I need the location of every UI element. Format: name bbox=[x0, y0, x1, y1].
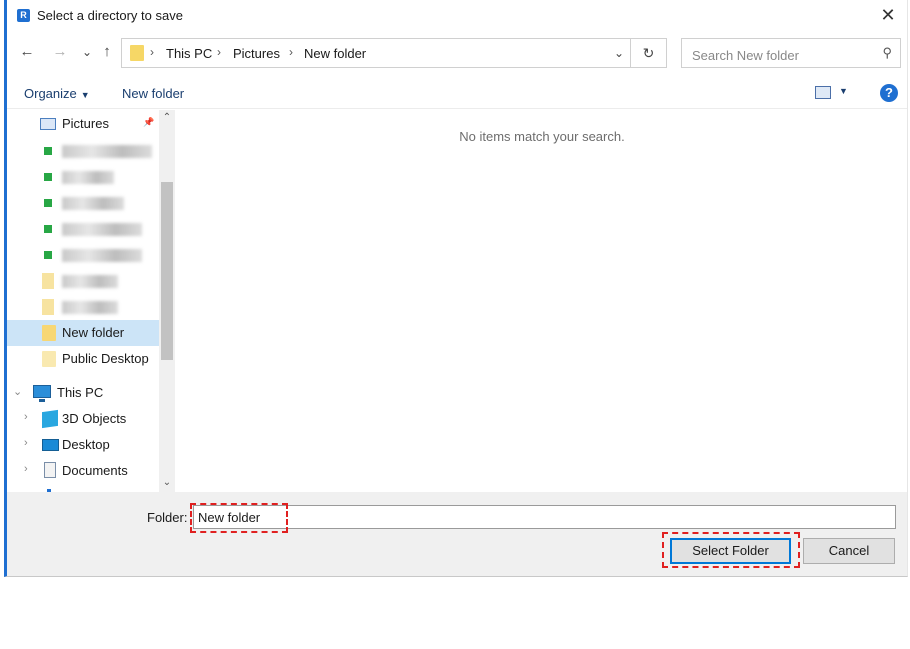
breadcrumb-this-pc[interactable]: This PC bbox=[166, 46, 212, 61]
address-dropdown-icon[interactable]: ⌄ bbox=[614, 46, 624, 60]
recent-locations-chevron-icon[interactable]: ⌄ bbox=[77, 42, 97, 62]
folder-name-input[interactable] bbox=[193, 505, 896, 529]
nav-item-label: 3D Objects bbox=[62, 411, 127, 426]
pictures-icon bbox=[40, 118, 56, 130]
search-icon[interactable]: ⚲ bbox=[882, 45, 892, 61]
back-arrow-icon[interactable]: ← bbox=[17, 42, 37, 62]
nav-item-blurred[interactable] bbox=[7, 268, 159, 294]
nav-item-blurred[interactable] bbox=[7, 138, 159, 164]
dialog-footer: Folder: Select Folder Cancel bbox=[7, 492, 907, 576]
organize-label: Organize bbox=[24, 86, 77, 101]
select-folder-button[interactable]: Select Folder bbox=[670, 538, 791, 564]
breadcrumb-pictures[interactable]: Pictures bbox=[233, 46, 280, 61]
chevron-down-icon: ▼ bbox=[80, 90, 90, 100]
scroll-thumb[interactable] bbox=[161, 182, 173, 360]
chevron-down-icon[interactable]: ▼ bbox=[839, 86, 848, 96]
nav-item-this-pc[interactable]: ⌄ This PC bbox=[7, 380, 159, 406]
folder-icon bbox=[44, 225, 52, 233]
cancel-button[interactable]: Cancel bbox=[803, 538, 895, 564]
folder-icon bbox=[44, 173, 52, 181]
nav-item-label: Public Desktop bbox=[62, 351, 149, 366]
redacted-label bbox=[62, 249, 142, 262]
nav-item-label: Pictures bbox=[62, 116, 109, 131]
nav-item-blurred[interactable] bbox=[7, 164, 159, 190]
chevron-right-icon[interactable]: › bbox=[24, 437, 28, 449]
scroll-down-icon[interactable]: ⌄ bbox=[159, 477, 175, 488]
pin-icon: 📌 bbox=[143, 117, 155, 127]
folder-icon bbox=[130, 45, 144, 61]
nav-pane-scrollbar[interactable]: ⌃ ⌄ bbox=[159, 110, 175, 492]
nav-item-desktop[interactable]: › Desktop bbox=[7, 432, 159, 458]
chevron-down-icon[interactable]: ⌄ bbox=[13, 385, 22, 398]
computer-icon bbox=[33, 385, 51, 402]
chevron-right-icon[interactable]: › bbox=[24, 411, 28, 423]
nav-item-blurred[interactable] bbox=[7, 242, 159, 268]
redacted-label bbox=[62, 197, 124, 210]
title-bar: R Select a directory to save ✕ bbox=[7, 0, 907, 32]
nav-item-blurred[interactable] bbox=[7, 216, 159, 242]
breadcrumb-separator: › bbox=[217, 45, 221, 59]
organize-button[interactable]: Organize ▼ bbox=[24, 86, 90, 101]
3d-objects-icon bbox=[42, 409, 58, 429]
nav-item-blurred[interactable] bbox=[7, 190, 159, 216]
nav-item-label: This PC bbox=[57, 385, 104, 400]
folder-icon bbox=[42, 351, 56, 367]
nav-item-blurred[interactable] bbox=[7, 294, 159, 320]
folder-icon bbox=[44, 199, 52, 207]
nav-item-3d-objects[interactable]: › 3D Objects bbox=[7, 406, 159, 432]
folder-icon bbox=[44, 147, 52, 155]
nav-item-label: New folder bbox=[62, 325, 125, 340]
nav-item-documents[interactable]: › Documents bbox=[7, 458, 159, 484]
folder-icon bbox=[42, 273, 54, 289]
close-icon[interactable]: ✕ bbox=[877, 4, 899, 26]
command-toolbar: Organize ▼ New folder ▼ ? bbox=[7, 80, 907, 109]
dialog-title: Select a directory to save bbox=[37, 8, 183, 23]
folder-icon bbox=[44, 251, 52, 259]
redacted-label bbox=[62, 223, 142, 236]
file-list-area[interactable]: No items match your search. bbox=[177, 110, 907, 492]
nav-item-label: Documents bbox=[62, 463, 128, 478]
nav-item-downloads-partial[interactable] bbox=[7, 484, 159, 492]
folder-field-label: Folder: bbox=[147, 510, 188, 525]
nav-item-pictures[interactable]: Pictures 📌 bbox=[7, 111, 159, 137]
refresh-icon[interactable]: ↻ bbox=[631, 38, 667, 68]
breadcrumb-separator: › bbox=[289, 45, 293, 59]
chevron-right-icon[interactable]: › bbox=[24, 463, 28, 475]
help-icon[interactable]: ? bbox=[880, 84, 898, 102]
search-box[interactable]: ⚲ bbox=[681, 38, 901, 68]
new-folder-button[interactable]: New folder bbox=[122, 86, 184, 101]
navigation-bar: ← → ⌄ ↑ › This PC › Pictures › New folde… bbox=[7, 37, 907, 71]
nav-item-public-desktop[interactable]: Public Desktop bbox=[7, 346, 159, 372]
nav-item-label: Desktop bbox=[62, 437, 110, 452]
redacted-label bbox=[62, 301, 118, 314]
search-input[interactable] bbox=[690, 45, 874, 65]
folder-icon bbox=[42, 299, 54, 315]
documents-icon bbox=[44, 462, 56, 478]
breadcrumb-separator: › bbox=[150, 45, 154, 59]
breadcrumb-new-folder[interactable]: New folder bbox=[304, 46, 366, 61]
nav-item-new-folder[interactable]: New folder bbox=[7, 320, 159, 346]
scroll-up-icon[interactable]: ⌃ bbox=[159, 112, 175, 123]
desktop-icon bbox=[42, 439, 59, 451]
redacted-label bbox=[62, 171, 114, 184]
address-bar[interactable]: › This PC › Pictures › New folder ⌄ bbox=[121, 38, 631, 68]
folder-icon bbox=[42, 325, 56, 341]
forward-arrow-icon[interactable]: → bbox=[50, 42, 70, 62]
select-directory-dialog: R Select a directory to save ✕ ← → ⌄ ↑ ›… bbox=[4, 0, 908, 577]
redacted-label bbox=[62, 145, 152, 158]
empty-state-message: No items match your search. bbox=[459, 129, 625, 144]
redacted-label bbox=[62, 275, 118, 288]
up-arrow-icon[interactable]: ↑ bbox=[97, 42, 117, 62]
view-options-icon[interactable] bbox=[815, 86, 831, 99]
navigation-pane: Pictures 📌 New folder Public Desktop ⌄ T… bbox=[7, 110, 175, 492]
app-icon: R bbox=[17, 9, 30, 22]
